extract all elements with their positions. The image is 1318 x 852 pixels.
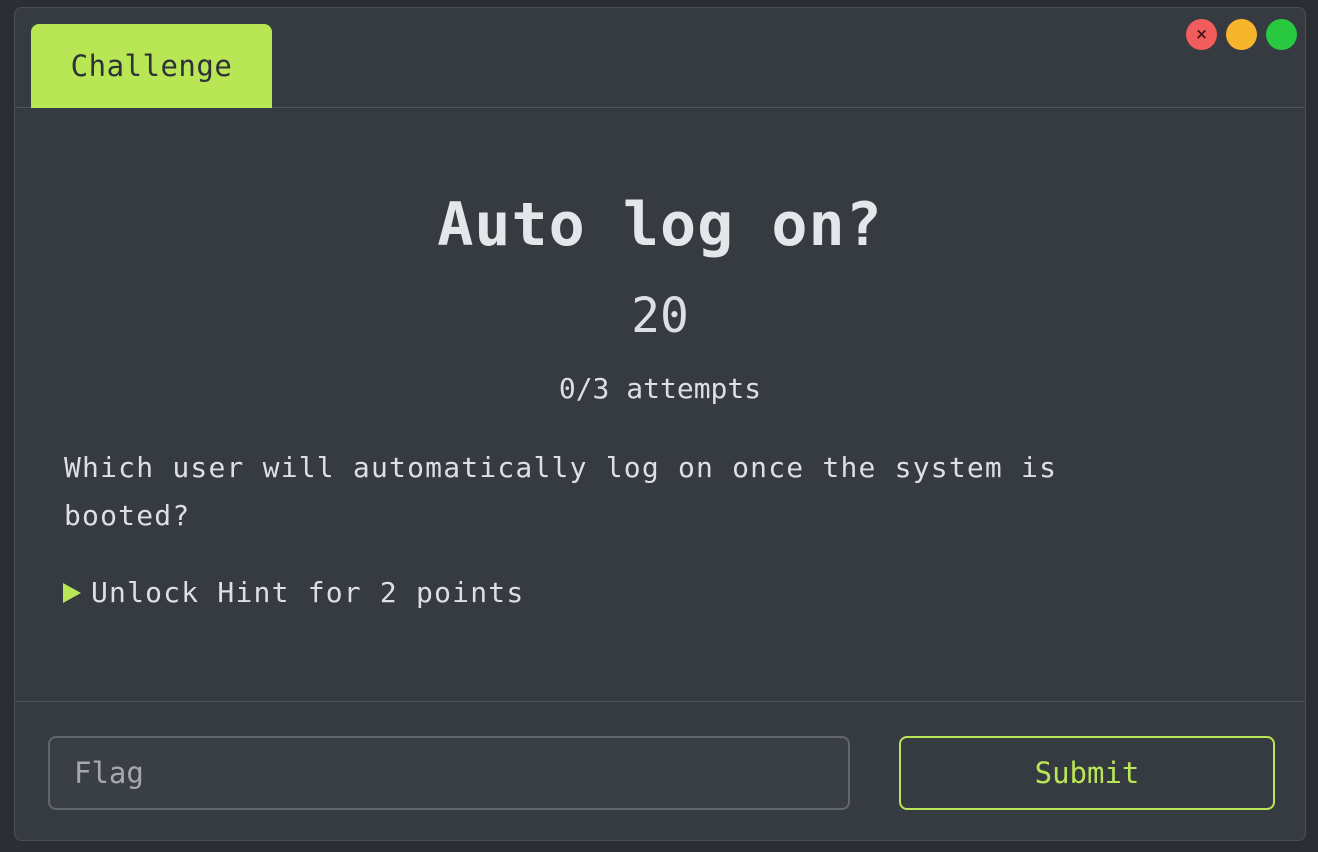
submission-footer: Submit [15,701,1305,840]
challenge-title: Auto log on? [437,190,883,260]
hint-label: Unlock Hint for 2 points [91,576,525,609]
play-triangle-icon [63,582,81,603]
close-window-button[interactable]: × [1186,19,1217,50]
tab-challenge[interactable]: Challenge [31,24,272,108]
attempts-counter: 0/3 attempts [558,372,762,405]
tab-bar: Challenge [15,8,1305,108]
challenge-points: 20 [631,288,689,344]
tab-label: Challenge [70,49,233,83]
flag-input[interactable] [48,736,850,810]
unlock-hint-toggle[interactable]: Unlock Hint for 2 points [63,576,524,609]
submit-button[interactable]: Submit [899,736,1275,810]
challenge-content: Auto log on? 20 0/3 attempts Which user … [15,108,1305,701]
challenge-window: Challenge × Auto log on? 20 0/3 attempts… [14,7,1306,841]
minimize-window-button[interactable] [1226,19,1257,50]
close-icon: × [1195,25,1208,43]
maximize-window-button[interactable] [1266,19,1297,50]
challenge-description: Which user will automatically log on onc… [64,451,1058,532]
